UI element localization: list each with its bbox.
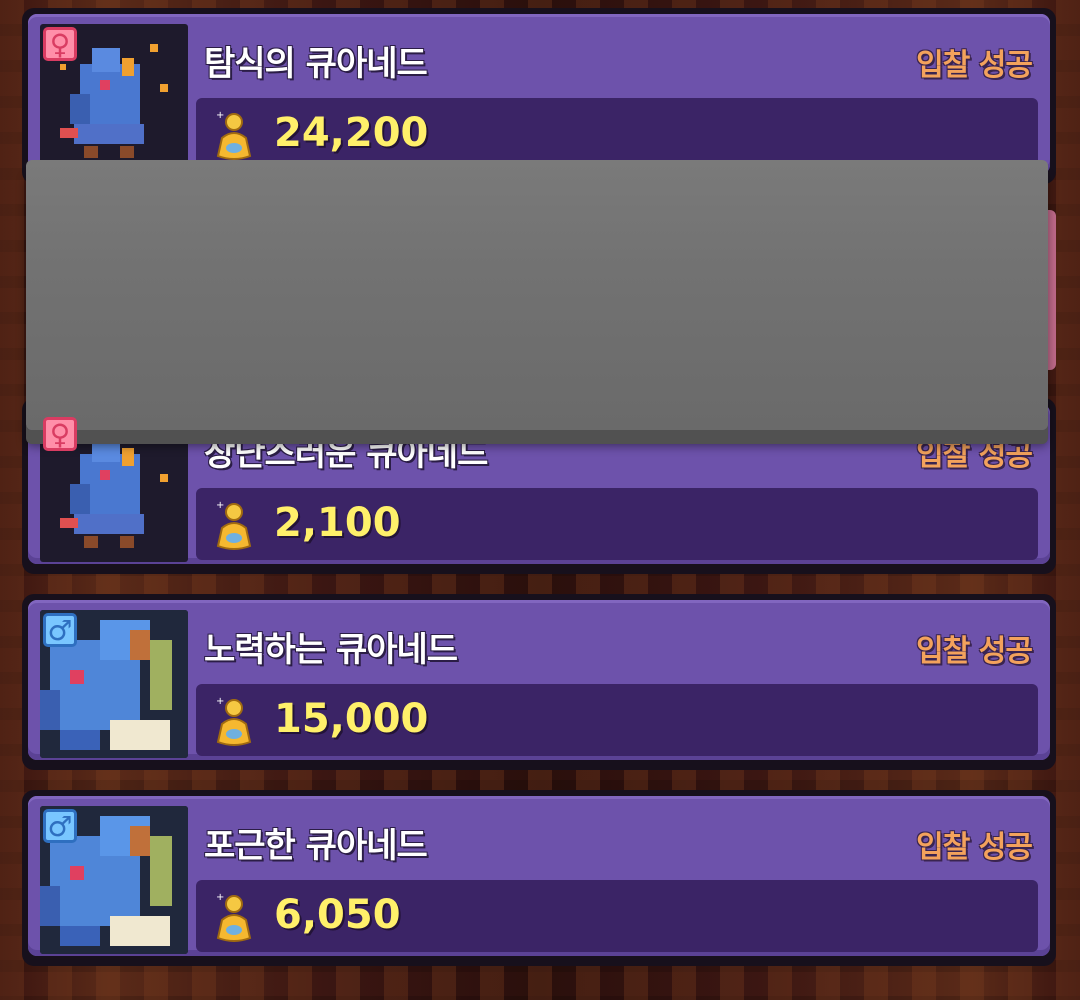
coin-pouch-icon: + — [216, 110, 252, 160]
svg-text:+: + — [216, 110, 224, 121]
list-item[interactable]: ♂ 포근한 큐아네드 입찰 성공 + 6,050 — [22, 790, 1056, 966]
listing-card: ♀ 탐식의 큐아네드 입찰 성공 + 24,200 — [28, 14, 1050, 174]
coin-pouch-icon: + — [216, 696, 252, 746]
bid-status: 입찰 성공 — [916, 438, 1033, 473]
male-icon: ♂ — [43, 613, 77, 647]
creature-name: 탐식의 큐아네드 — [204, 44, 428, 84]
male-icon: ♂ — [43, 809, 77, 843]
listing-card: ♂ 노력하는 큐아네드 입찰 성공 + 15,000 — [28, 600, 1050, 760]
portrait: ♂ — [40, 806, 188, 954]
bid-status: 입찰 성공 — [916, 634, 1033, 669]
price-value: 15,000 — [274, 696, 429, 742]
female-icon: ♀ — [43, 417, 77, 451]
redaction-overlay — [26, 160, 1048, 430]
listing-card: ♂ 포근한 큐아네드 입찰 성공 + 6,050 — [28, 796, 1050, 956]
bid-status: 입찰 성공 — [916, 830, 1033, 865]
price-value: 6,050 — [274, 892, 401, 938]
list-item[interactable]: ♂ 노력하는 큐아네드 입찰 성공 + 15,000 — [22, 594, 1056, 770]
svg-text:+: + — [216, 500, 224, 511]
coin-pouch-icon: + — [216, 500, 252, 550]
portrait: ♀ — [40, 414, 188, 562]
female-icon: ♀ — [43, 27, 77, 61]
list-item[interactable]: ♀ 탐식의 큐아네드 입찰 성공 + 24,200 — [22, 8, 1056, 184]
svg-text:+: + — [216, 696, 224, 707]
creature-name: 장난스러운 큐아네드 — [204, 434, 488, 474]
portrait: ♀ — [40, 24, 188, 172]
price-bar: + 2,100 — [196, 488, 1038, 560]
bid-status: 입찰 성공 — [916, 48, 1033, 83]
price-value: 2,100 — [274, 500, 401, 546]
price-value: 24,200 — [274, 110, 429, 156]
creature-name: 포근한 큐아네드 — [204, 826, 428, 866]
coin-pouch-icon: + — [216, 892, 252, 942]
price-bar: + 6,050 — [196, 880, 1038, 952]
price-bar: + 15,000 — [196, 684, 1038, 756]
creature-name: 노력하는 큐아네드 — [204, 630, 458, 670]
svg-text:+: + — [216, 892, 224, 903]
portrait: ♂ — [40, 610, 188, 758]
